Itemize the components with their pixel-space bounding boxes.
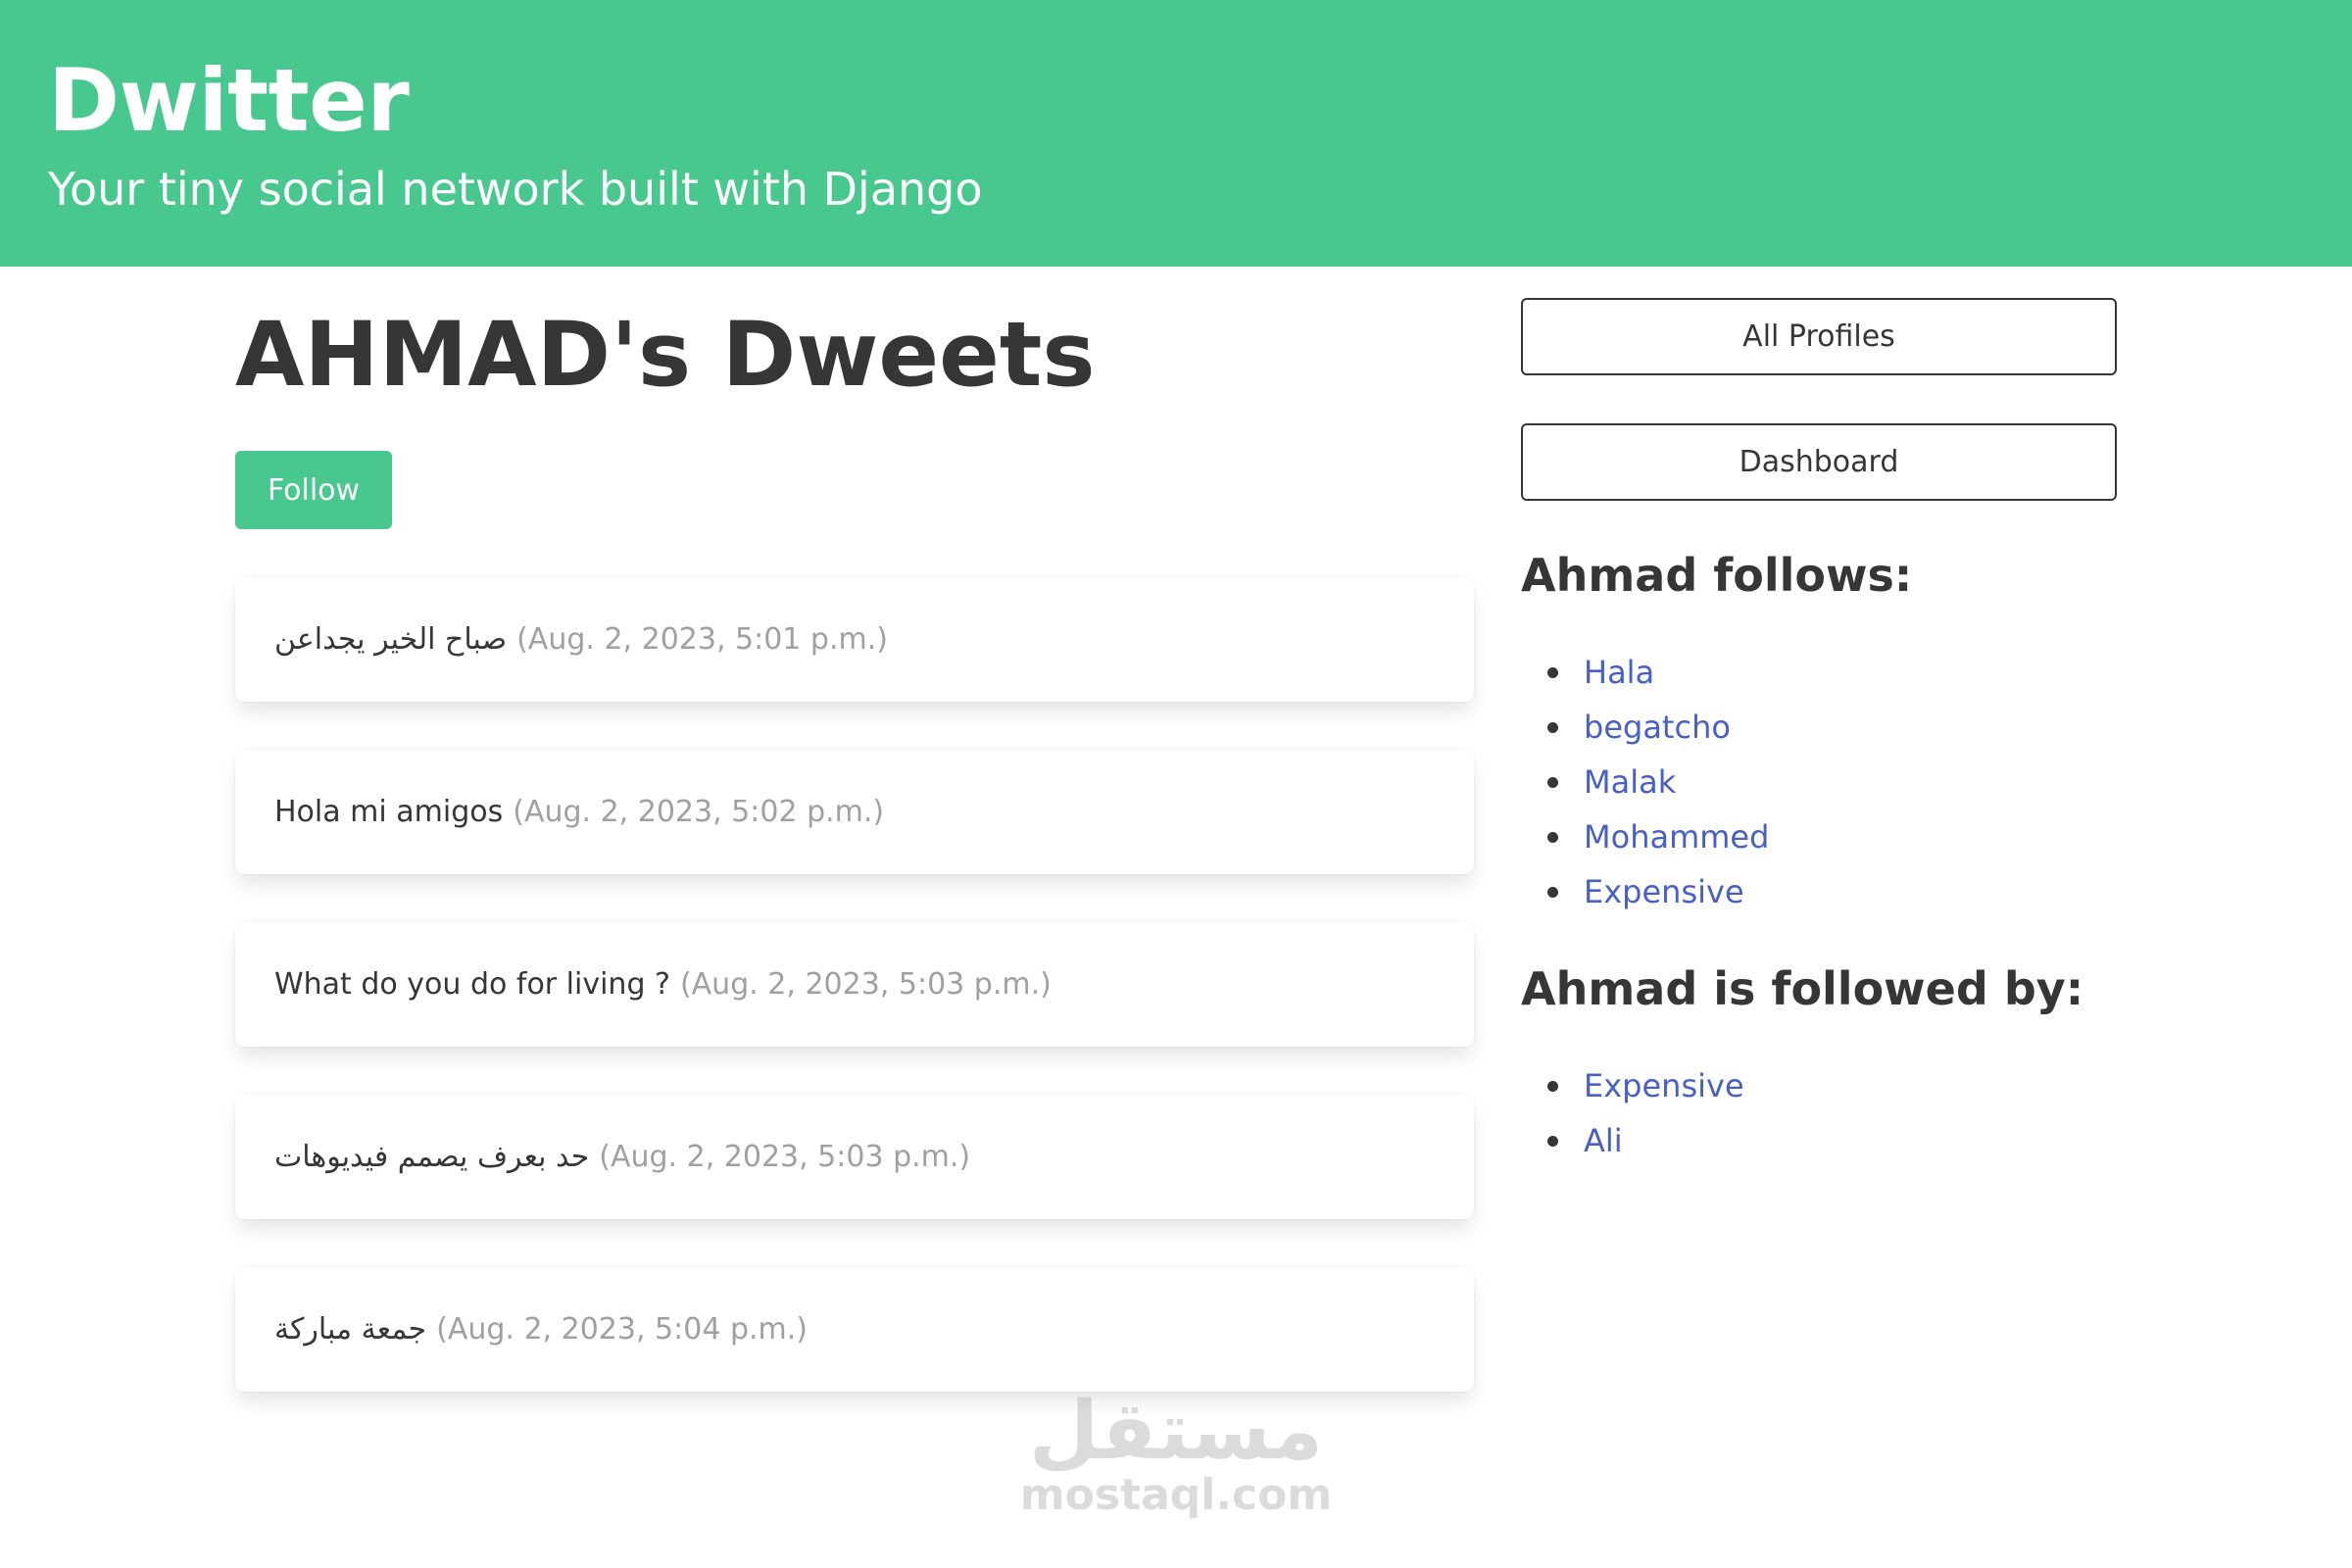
profile-link[interactable]: begatcho bbox=[1584, 709, 1731, 746]
follows-heading: Ahmad follows: bbox=[1521, 549, 1913, 602]
follow-button[interactable]: Follow bbox=[235, 451, 392, 529]
list-item: Hala bbox=[1521, 645, 1769, 700]
watermark-latin: mostaql.com bbox=[1019, 1470, 1333, 1520]
follows-list: Hala begatcho Malak Mohammed Expensive bbox=[1521, 645, 1769, 919]
bullet-icon bbox=[1547, 887, 1558, 898]
dweet-body: جمعة مباركة bbox=[274, 1312, 427, 1347]
dweet-card: What do you do for living ? (Aug. 2, 202… bbox=[235, 922, 1474, 1047]
dweet-card: حد بعرف يصمم فيديوهات (Aug. 2, 2023, 5:0… bbox=[235, 1095, 1474, 1219]
dweet-timestamp: (Aug. 2, 2023, 5:03 p.m.) bbox=[679, 967, 1052, 1002]
profile-link[interactable]: Expensive bbox=[1584, 1067, 1744, 1104]
list-item: Expensive bbox=[1521, 864, 1769, 919]
dweet-card: جمعة مباركة (Aug. 2, 2023, 5:04 p.m.) bbox=[235, 1267, 1474, 1392]
list-item: Expensive bbox=[1521, 1058, 1744, 1113]
followed-by-heading: Ahmad is followed by: bbox=[1521, 962, 2084, 1015]
list-item: Ali bbox=[1521, 1113, 1744, 1168]
list-item: begatcho bbox=[1521, 700, 1769, 755]
dweet-body: What do you do for living ? bbox=[274, 967, 670, 1002]
profile-link[interactable]: Ali bbox=[1584, 1122, 1623, 1159]
bullet-icon bbox=[1547, 667, 1558, 678]
bullet-icon bbox=[1547, 777, 1558, 788]
watermark-arabic: مستقل bbox=[1029, 1385, 1323, 1478]
bullet-icon bbox=[1547, 832, 1558, 843]
dashboard-button[interactable]: Dashboard bbox=[1521, 423, 2117, 501]
dweet-body: Hola mi amigos bbox=[274, 795, 504, 829]
dweet-body: صباح الخير يجداعن bbox=[274, 622, 508, 657]
followed-by-list: Expensive Ali bbox=[1521, 1058, 1744, 1168]
profile-link[interactable]: Mohammed bbox=[1584, 818, 1769, 856]
page-title: AHMAD's Dweets bbox=[235, 304, 1096, 407]
dweet-timestamp: (Aug. 2, 2023, 5:04 p.m.) bbox=[436, 1312, 808, 1347]
watermark: مستقل mostaql.com bbox=[1019, 1392, 1333, 1519]
bullet-icon bbox=[1547, 1081, 1558, 1092]
profile-link[interactable]: Expensive bbox=[1584, 873, 1744, 910]
all-profiles-button[interactable]: All Profiles bbox=[1521, 298, 2117, 375]
profile-link[interactable]: Hala bbox=[1584, 654, 1654, 691]
dweet-card: Hola mi amigos (Aug. 2, 2023, 5:02 p.m.) bbox=[235, 750, 1474, 874]
dweet-timestamp: (Aug. 2, 2023, 5:03 p.m.) bbox=[599, 1140, 971, 1174]
dweet-timestamp: (Aug. 2, 2023, 5:02 p.m.) bbox=[513, 795, 885, 829]
hero-banner: Dwitter Your tiny social network built w… bbox=[0, 0, 2352, 267]
list-item: Mohammed bbox=[1521, 809, 1769, 864]
dweet-card: صباح الخير يجداعن (Aug. 2, 2023, 5:01 p.… bbox=[235, 577, 1474, 702]
dweet-body: حد بعرف يصمم فيديوهات bbox=[274, 1140, 590, 1174]
list-item: Malak bbox=[1521, 755, 1769, 809]
bullet-icon bbox=[1547, 722, 1558, 733]
site-title: Dwitter bbox=[48, 50, 410, 151]
dweet-timestamp: (Aug. 2, 2023, 5:01 p.m.) bbox=[516, 622, 888, 657]
bullet-icon bbox=[1547, 1136, 1558, 1147]
site-subtitle: Your tiny social network built with Djan… bbox=[48, 163, 983, 216]
profile-link[interactable]: Malak bbox=[1584, 763, 1676, 801]
